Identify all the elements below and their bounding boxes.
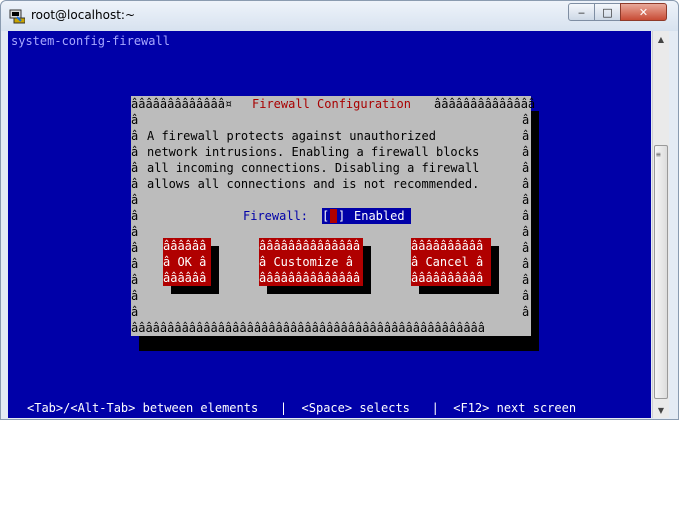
dialog-border-right-7: â (522, 209, 530, 223)
putty-terminal-icon (9, 9, 25, 24)
customize-button-label: â Customize â (259, 255, 353, 269)
description-line-3: all incoming connections. Disabling a fi… (147, 161, 480, 175)
dialog-border-left-6: â (131, 193, 139, 207)
cancel-button-label: â Cancel â (411, 255, 484, 269)
dialog-border-right-2: â (522, 129, 530, 143)
dialog-border-right-5: â (522, 177, 530, 191)
close-icon: ✕ (638, 5, 649, 19)
dialog-border-left-5: â (131, 177, 139, 191)
dialog-border-left-12: â (131, 289, 139, 303)
dialog-border-left-8: â (131, 225, 139, 239)
ok-button-top: ââââââ (163, 239, 207, 253)
description-line-1: A firewall protects against unauthorized (147, 129, 436, 143)
dialog-border-right-12: â (522, 289, 530, 303)
title-bar[interactable]: root@localhost:~ ‒ □ ✕ (1, 1, 678, 31)
dialog-border-right-13: â (522, 305, 530, 319)
dialog-title: Firewall Configuration (252, 97, 411, 111)
dialog-border-right-8: â (522, 225, 530, 239)
scroll-up-arrow-icon[interactable]: ▲ (653, 31, 669, 47)
cancel-button-bottom: ââââââââââ (411, 271, 484, 285)
dialog-border-right-10: â (522, 257, 530, 271)
minimize-icon: ‒ (578, 5, 585, 19)
dialog-border-right-6: â (522, 193, 530, 207)
vertical-scrollbar[interactable]: ▲ ≡ ▼ (652, 31, 669, 418)
maximize-button[interactable]: □ (594, 3, 621, 21)
firewall-state: Enabled (354, 209, 405, 223)
scrollbar-grip-icon: ≡ (656, 150, 661, 159)
dialog-border-right-1: â (522, 113, 530, 127)
cancel-button-top: ââââââââââ (411, 239, 484, 253)
checkbox-close-bracket: ] (338, 209, 346, 223)
dialog-border-right-3: â (522, 145, 530, 159)
window-title: root@localhost:~ (31, 8, 136, 22)
dialog-border-left-7: â (131, 209, 139, 223)
checkbox-cursor (330, 209, 337, 223)
dialog-border-left-10: â (131, 257, 139, 271)
dialog-border-left-3: â (131, 145, 139, 159)
dialog-border-left-11: â (131, 273, 139, 287)
ok-button-bottom: ââââââ (163, 271, 207, 285)
close-button[interactable]: ✕ (620, 3, 667, 21)
scrollbar-thumb[interactable] (654, 145, 668, 399)
dialog-bottom-border: ââââââââââââââââââââââââââââââââââââââââ… (131, 321, 486, 335)
dialog-border-right-4: â (522, 161, 530, 175)
dialog-border-right-9: â (522, 241, 530, 255)
dialog-border-right-11: â (522, 273, 530, 287)
description-line-4: allows all connections and is not recomm… (147, 177, 480, 191)
firewall-label: Firewall: (243, 209, 309, 223)
description-line-2: network intrusions. Enabling a firewall … (147, 145, 480, 159)
ok-button-label: â OK â (163, 255, 207, 269)
cancel-button[interactable]: ââââââââââ â Cancel â ââââââââââ (411, 238, 491, 286)
customize-button-bottom: ââââââââââââââ (259, 271, 361, 285)
ok-button[interactable]: ââââââ â OK â ââââââ (163, 238, 211, 286)
dialog-border-left-13: â (131, 305, 139, 319)
firewall-checkbox[interactable]: [ ] Enabled (322, 208, 411, 224)
dialog-title-fill-left: âââââââââââââ¤ (131, 97, 233, 111)
dialog-border-left-4: â (131, 161, 139, 175)
status-bar-hints: <Tab>/<Alt-Tab> between elements | <Spac… (27, 401, 577, 415)
customize-button-top: ââââââââââââââ (259, 239, 361, 253)
dialog-border-left-2: â (131, 129, 139, 143)
firewall-dialog: âââââââââââââ¤ Firewall Configuration ââ… (131, 96, 535, 336)
customize-button[interactable]: ââââââââââââââ â Customize â âââââââââââ… (259, 238, 363, 286)
dialog-border-left-9: â (131, 241, 139, 255)
dialog-border-left-1: â (131, 113, 139, 127)
dialog-title-fill-right: ââââââââââââââ (434, 97, 536, 111)
scroll-down-arrow-icon[interactable]: ▼ (653, 402, 669, 418)
terminal-area[interactable]: system-config-firewall âââââââââââââ¤ Fi… (8, 31, 651, 418)
minimize-button[interactable]: ‒ (568, 3, 595, 21)
checkbox-open-bracket: [ (322, 209, 330, 223)
command-line: system-config-firewall (11, 34, 170, 48)
terminal-window: root@localhost:~ ‒ □ ✕ system-config-fir… (0, 0, 679, 420)
maximize-icon: □ (602, 5, 613, 19)
